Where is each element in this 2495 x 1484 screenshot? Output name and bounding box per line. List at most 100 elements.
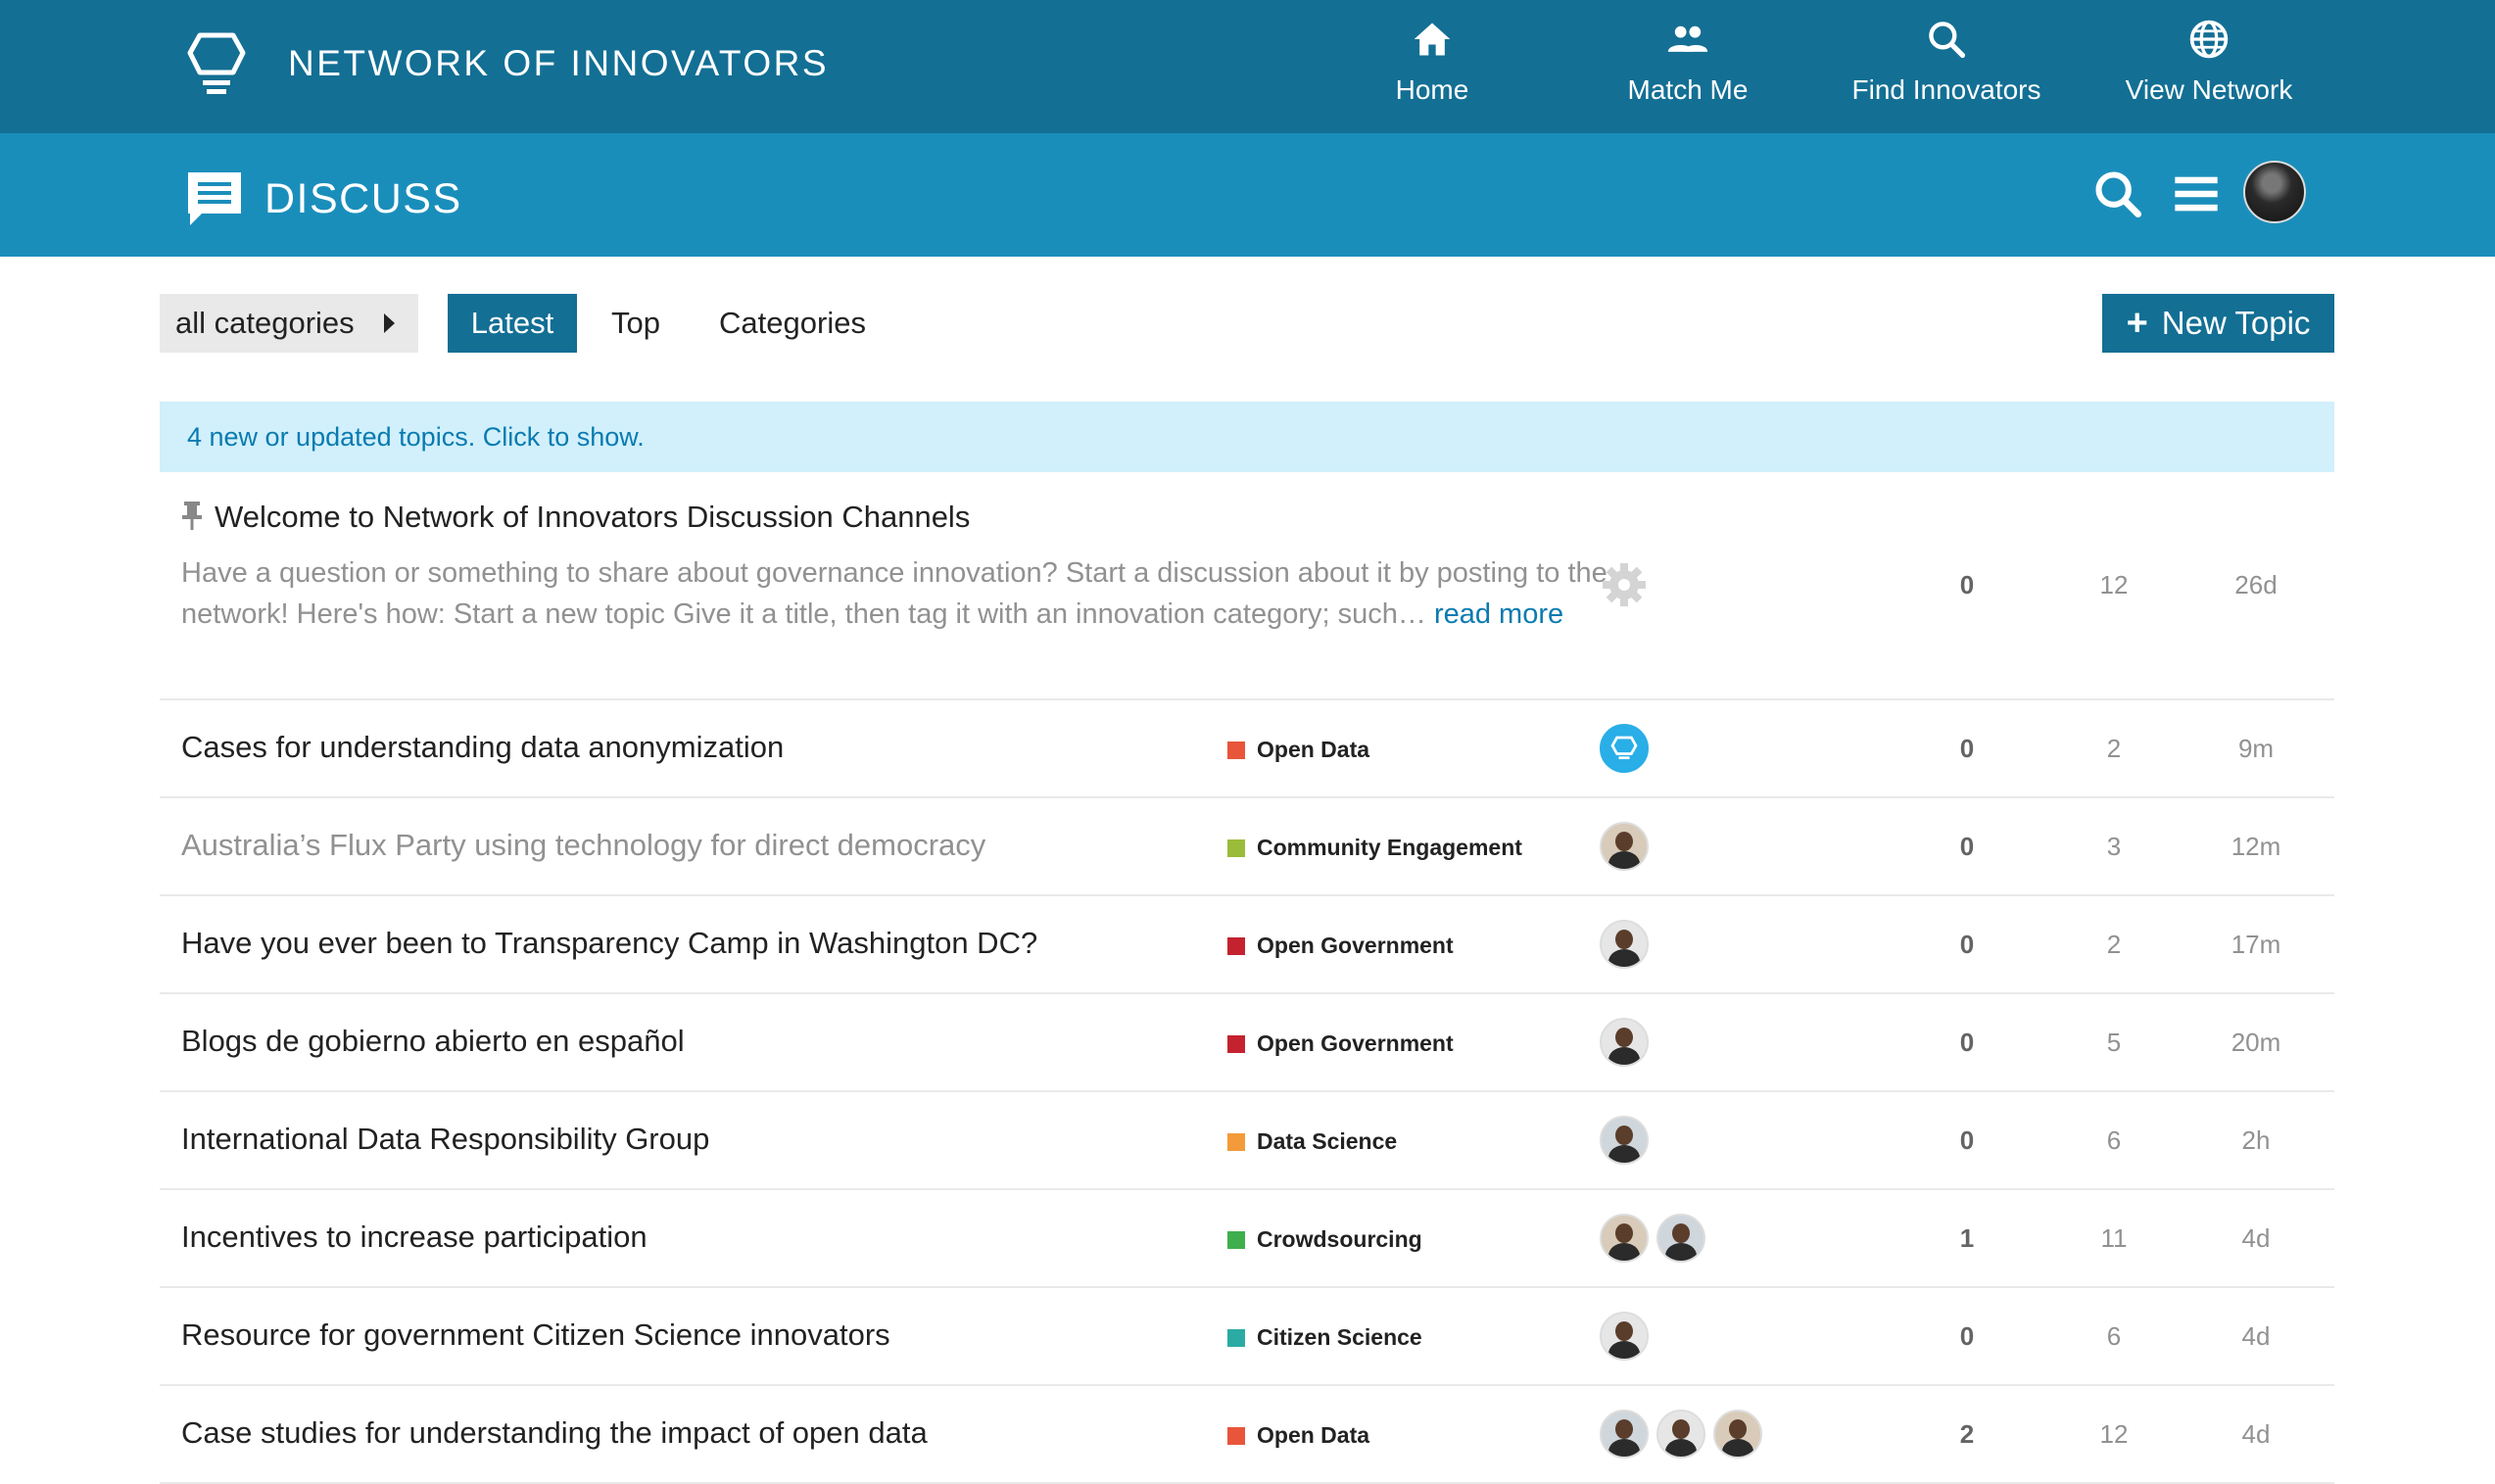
topic-row: Case studies for understanding the impac… bbox=[160, 1386, 2334, 1484]
topic-title[interactable]: International Data Responsibility Group bbox=[181, 1122, 709, 1157]
topic-row: Incentives to increase participation Cro… bbox=[160, 1190, 2334, 1288]
lightbulb-avatar[interactable] bbox=[1600, 724, 1649, 773]
category-dropdown[interactable]: all categories bbox=[160, 294, 418, 353]
nav-label: View Network bbox=[2125, 74, 2293, 105]
category-badge[interactable]: Data Science bbox=[1227, 1128, 1397, 1155]
view-count: 6 bbox=[2106, 1125, 2122, 1155]
topic-excerpt: Have a question or something to share ab… bbox=[181, 552, 1709, 635]
activity-time[interactable]: 12m bbox=[2197, 832, 2315, 862]
topic-title[interactable]: Welcome to Network of Innovators Discuss… bbox=[215, 500, 970, 535]
read-more-link[interactable]: read more bbox=[1434, 598, 1563, 630]
user-avatar[interactable] bbox=[2243, 161, 2306, 223]
activity-time[interactable]: 4d bbox=[2197, 1321, 2315, 1352]
reply-count: 0 bbox=[1959, 1028, 1975, 1057]
hamburger-menu-icon[interactable] bbox=[2171, 168, 2222, 219]
category-swatch bbox=[1227, 1328, 1245, 1347]
view-count: 2 bbox=[2106, 734, 2122, 763]
topic-posters bbox=[1600, 1410, 1770, 1459]
nav-label: Match Me bbox=[1627, 74, 1749, 105]
topic-row: Welcome to Network of Innovators Discuss… bbox=[160, 472, 2334, 700]
topic-list: Welcome to Network of Innovators Discuss… bbox=[160, 472, 2334, 1484]
topic-posters bbox=[1600, 1116, 1656, 1165]
caret-right-icon bbox=[384, 313, 395, 333]
category-name: Citizen Science bbox=[1257, 1324, 1422, 1350]
topic-title[interactable]: Resource for government Citizen Science … bbox=[181, 1317, 890, 1353]
activity-time[interactable]: 26d bbox=[2197, 570, 2315, 600]
view-count: 3 bbox=[2106, 832, 2122, 861]
reply-count: 0 bbox=[1959, 734, 1975, 763]
avatar[interactable] bbox=[1713, 1410, 1762, 1459]
avatar[interactable] bbox=[1600, 1410, 1649, 1459]
topic-posters bbox=[1600, 1018, 1656, 1067]
nav-view-network[interactable]: View Network bbox=[2116, 14, 2302, 121]
avatar[interactable] bbox=[1656, 1410, 1705, 1459]
topic-row: International Data Responsibility Group … bbox=[160, 1092, 2334, 1190]
home-icon bbox=[1414, 23, 1451, 56]
topic-posters bbox=[1600, 560, 1656, 609]
people-icon bbox=[1667, 25, 1708, 52]
category-swatch bbox=[1227, 936, 1245, 955]
category-badge[interactable]: Open Data bbox=[1227, 737, 1369, 763]
avatar[interactable] bbox=[1600, 822, 1649, 871]
gear-icon[interactable] bbox=[1600, 560, 1649, 609]
reply-count: 0 bbox=[1959, 832, 1975, 861]
avatar[interactable] bbox=[1600, 1312, 1649, 1361]
category-swatch bbox=[1227, 1230, 1245, 1249]
reply-count: 0 bbox=[1959, 930, 1975, 959]
topic-row: Australia’s Flux Party using technology … bbox=[160, 798, 2334, 896]
nav-label: Find Innovators bbox=[1851, 74, 2041, 105]
tab-latest[interactable]: Latest bbox=[448, 294, 577, 353]
topic-posters bbox=[1600, 1312, 1656, 1361]
activity-time[interactable]: 9m bbox=[2197, 734, 2315, 764]
activity-time[interactable]: 20m bbox=[2197, 1028, 2315, 1058]
category-name: Open Data bbox=[1257, 737, 1370, 762]
topic-row: Have you ever been to Transparency Camp … bbox=[160, 896, 2334, 994]
category-swatch bbox=[1227, 741, 1245, 759]
category-badge[interactable]: Community Engagement bbox=[1227, 835, 1522, 861]
new-topic-button[interactable]: + New Topic bbox=[2102, 294, 2334, 353]
topic-title[interactable]: Blogs de gobierno abierto en español bbox=[181, 1024, 685, 1059]
view-count: 12 bbox=[2099, 1419, 2129, 1449]
brand[interactable]: NETWORK OF INNOVATORS bbox=[186, 29, 829, 98]
topic-title[interactable]: Australia’s Flux Party using technology … bbox=[181, 828, 985, 863]
category-badge[interactable]: Open Government bbox=[1227, 933, 1454, 959]
avatar[interactable] bbox=[1656, 1214, 1705, 1263]
topic-title[interactable]: Incentives to increase participation bbox=[181, 1220, 648, 1255]
globe-icon bbox=[2189, 20, 2229, 59]
topic-row: Resource for government Citizen Science … bbox=[160, 1288, 2334, 1386]
activity-time[interactable]: 2h bbox=[2197, 1125, 2315, 1156]
search-icon[interactable] bbox=[2092, 168, 2143, 219]
tab-categories[interactable]: Categories bbox=[699, 294, 886, 353]
topic-posters bbox=[1600, 920, 1656, 969]
category-badge[interactable]: Citizen Science bbox=[1227, 1324, 1422, 1351]
category-badge[interactable]: Open Government bbox=[1227, 1030, 1454, 1057]
activity-time[interactable]: 4d bbox=[2197, 1223, 2315, 1254]
category-badge[interactable]: Crowdsourcing bbox=[1227, 1226, 1422, 1253]
topic-title[interactable]: Cases for understanding data anonymizati… bbox=[181, 730, 784, 765]
avatar[interactable] bbox=[1600, 920, 1649, 969]
brand-name: NETWORK OF INNOVATORS bbox=[288, 43, 830, 83]
new-topics-notice[interactable]: 4 new or updated topics. Click to show. bbox=[160, 402, 2334, 472]
view-count: 6 bbox=[2106, 1321, 2122, 1351]
nav-find-innovators[interactable]: Find Innovators bbox=[1842, 14, 2051, 121]
view-count: 12 bbox=[2099, 570, 2129, 599]
topic-title[interactable]: Case studies for understanding the impac… bbox=[181, 1415, 928, 1451]
avatar[interactable] bbox=[1600, 1214, 1649, 1263]
avatar[interactable] bbox=[1600, 1116, 1649, 1165]
topic-title[interactable]: Have you ever been to Transparency Camp … bbox=[181, 926, 1037, 961]
pin-icon bbox=[182, 502, 202, 530]
view-count: 11 bbox=[2100, 1223, 2128, 1253]
nav-home[interactable]: Home bbox=[1371, 14, 1493, 121]
category-swatch bbox=[1227, 1426, 1245, 1445]
nav-match-me[interactable]: Match Me bbox=[1607, 14, 1769, 121]
category-dropdown-label: all categories bbox=[175, 306, 355, 340]
avatar[interactable] bbox=[1600, 1018, 1649, 1067]
top-navigation-bar: NETWORK OF INNOVATORS Home Match Me Find… bbox=[0, 0, 2495, 133]
category-name: Community Engagement bbox=[1257, 835, 1522, 860]
nav-label: Home bbox=[1395, 74, 1469, 105]
category-badge[interactable]: Open Data bbox=[1227, 1422, 1369, 1449]
tab-top[interactable]: Top bbox=[594, 294, 678, 353]
discuss-home-link[interactable]: DISCUSS bbox=[184, 168, 462, 229]
activity-time[interactable]: 4d bbox=[2197, 1419, 2315, 1450]
activity-time[interactable]: 17m bbox=[2197, 930, 2315, 960]
